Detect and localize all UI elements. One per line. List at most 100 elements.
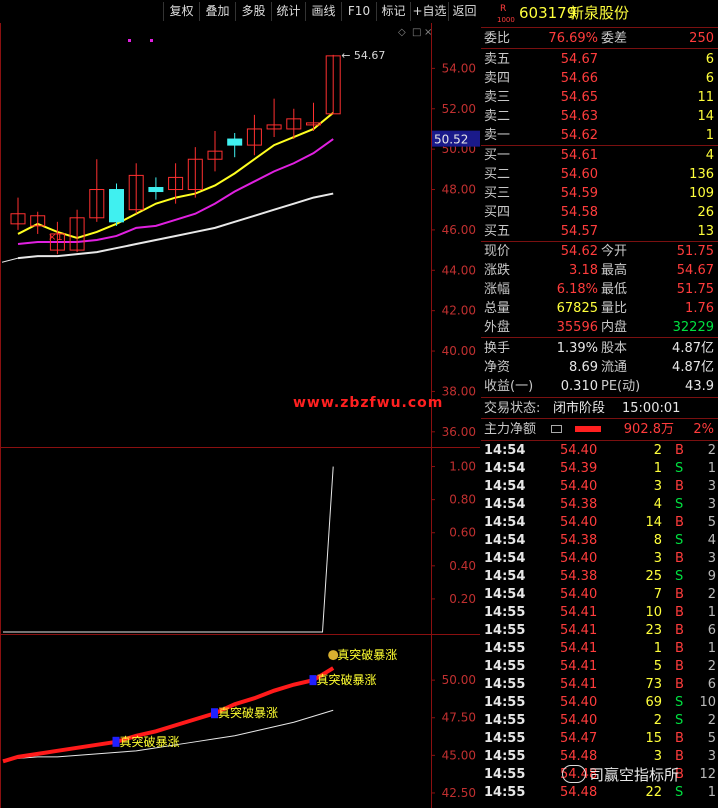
y-tick-label: 38.00 [442,384,476,398]
tick-price: 54.40 [560,551,598,566]
divider [481,27,718,28]
trade-status-time: 15:00:01 [622,401,681,416]
current-price-label: 50.52 [434,133,468,147]
tick-price: 54.40 [560,515,598,530]
tick-time: 14:55 [484,695,526,710]
high-price-label: ← 54.67 [341,49,385,62]
bid-price: 54.60 [560,167,598,182]
toolbar-button-4[interactable]: 画线 [305,2,341,21]
tick-volume: 2 [653,443,662,458]
divider [481,337,718,338]
tick-row-6: 14:54 54.40 3 B 3 [481,550,718,568]
tick-price: 54.40 [560,695,598,710]
toolbar-button-3[interactable]: 统计 [271,2,305,21]
tick-volume: 1 [653,641,662,656]
tick-direction: S [675,785,684,800]
toolbar-button-5[interactable]: F10 [341,2,376,21]
weicha-label: 委差 [601,31,628,46]
signal-marker [309,675,317,686]
trade-status-value: 闭市阶段 [553,401,606,416]
tick-direction: B [675,443,684,458]
tick-volume: 8 [653,533,662,548]
tick-time: 14:55 [484,767,526,782]
tick-price: 54.38 [560,497,598,512]
tick-time: 14:55 [484,659,526,674]
list-icon[interactable] [551,425,562,433]
y-tick-label: 1.00 [449,460,476,474]
tick-price: 54.40 [560,587,598,602]
tick-price: 54.38 [560,533,598,548]
stat-label: 最低 [601,282,628,297]
bid-row-0: 买一 54.61 4 [481,146,718,165]
stock-code: 603179 [519,4,577,22]
fund-value: 4.87亿 [672,341,714,356]
fund-row-2: 收益(一) 0.310 PE(动) 43.9 [481,377,718,396]
tick-volume: 73 [645,677,662,692]
bid-row-3: 买四 54.58 26 [481,203,718,222]
stat-value: 6.18% [556,282,598,297]
signal-label: 真突破暴涨 [337,647,397,662]
tick-volume: 4 [653,497,662,512]
toolbar-button-2[interactable]: 多股 [235,2,271,21]
tick-price: 54.41 [560,605,598,620]
tick-direction: B [675,605,684,620]
tick-direction: B [675,677,684,692]
toolbar-button-8[interactable]: 返回 [448,2,480,21]
tick-price: 54.40 [560,713,598,728]
wechat-account-name: 司赢空指标所 [589,766,680,784]
ask-label: 卖一 [484,128,511,143]
tick-time: 14:55 [484,713,526,728]
stat-value: 54.62 [560,244,598,259]
tick-time: 14:55 [484,677,526,692]
toolbar-button-7[interactable]: +自选 [410,2,448,21]
tick-row-4: 14:54 54.40 14 B 5 [481,514,718,532]
diamond-icon: ◇ [398,27,406,38]
tick-row-5: 14:54 54.38 8 S 4 [481,532,718,550]
stat-row-2: 涨幅 6.18% 最低 51.75 [481,280,718,299]
square-icon: □ [412,27,421,38]
tick-count: 6 [707,623,716,638]
toolbar-button-1[interactable]: 叠加 [199,2,235,21]
kline-chart-area[interactable]: 54.00 52.00 50.00 48.00 46.00 44.00 42.00 40.00… [0,23,480,808]
tick-direction: S [675,713,684,728]
ask-row-2: 卖三 54.65 11 [481,88,718,107]
y-tick-label: 0.60 [449,526,476,540]
signal-dot [128,39,131,42]
signal-label: 真突破暴涨 [317,672,377,687]
fund-label: 股本 [601,341,628,356]
trade-status-row: 交易状态: 闭市阶段 15:00:01 [481,399,718,418]
tick-time: 14:55 [484,785,526,800]
tick-time: 14:54 [484,443,526,458]
marker-label: ×1 [48,232,63,243]
bid-price: 54.59 [560,186,598,201]
tick-time: 14:55 [484,731,526,746]
signal-label: 真突破暴涨 [218,705,278,720]
fund-label: 流通 [601,360,628,375]
tick-count: 5 [707,515,716,530]
bid-label: 买四 [484,205,511,220]
bid-label: 买三 [484,186,511,201]
tick-row-19: 14:55 54.48 22 S 1 [481,784,718,802]
bid-volume: 109 [689,186,714,201]
toolbar-button-0[interactable]: 复权 [163,2,199,21]
flow-bar [575,426,601,432]
tick-direction: B [675,551,684,566]
signal-label: 真突破暴涨 [120,734,180,749]
divider [481,418,718,419]
bid-price: 54.58 [560,205,598,220]
fund-label: PE(动) [601,379,641,394]
ask-label: 卖三 [484,90,511,105]
candle-body [227,138,243,146]
tick-time: 14:55 [484,605,526,620]
tick-count: 3 [707,749,716,764]
tick-price: 54.47 [560,731,598,746]
tick-row-8: 14:54 54.40 7 B 2 [481,586,718,604]
tick-time: 14:55 [484,623,526,638]
bid-row-2: 买三 54.59 109 [481,184,718,203]
toolbar-button-6[interactable]: 标记 [376,2,410,21]
tick-time: 14:54 [484,533,526,548]
y-tick-label: 0.80 [449,493,476,507]
y-tick-label: 42.50 [442,786,476,800]
signal-marker [112,736,120,747]
fund-value: 43.9 [685,379,714,394]
